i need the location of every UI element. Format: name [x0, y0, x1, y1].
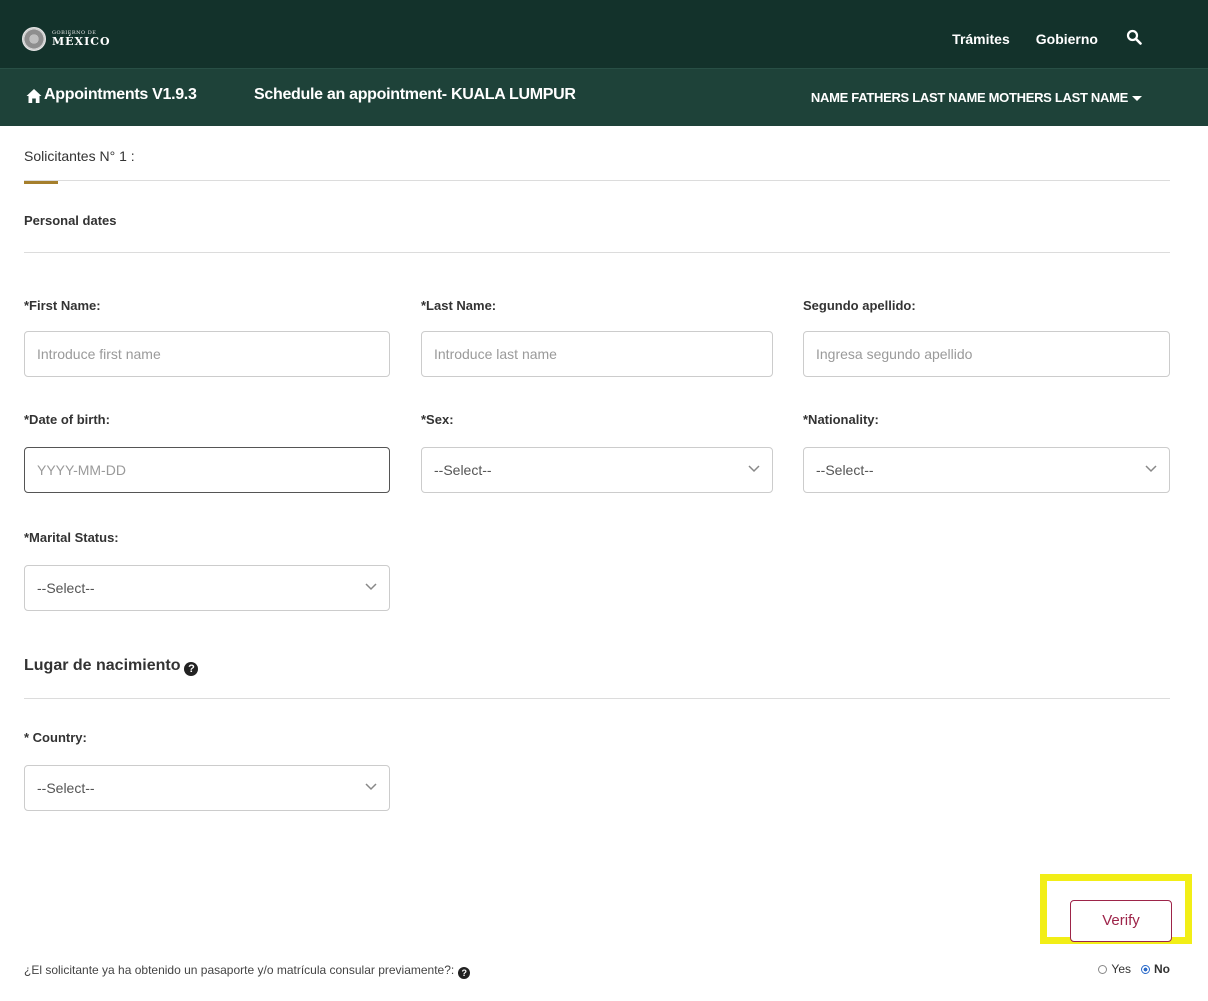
sex-select[interactable]: --Select--: [421, 447, 773, 493]
last-name-input[interactable]: Introduce last name: [421, 331, 773, 377]
chevron-down-icon: [365, 783, 377, 791]
dob-placeholder: YYYY-MM-DD: [37, 462, 126, 478]
chevron-down-icon: [748, 465, 760, 473]
app-title[interactable]: Appointments V1.9.3: [44, 86, 197, 104]
divider: [24, 180, 1170, 181]
divider: [24, 252, 1170, 253]
seal-icon: [22, 27, 46, 51]
question-circle-icon[interactable]: ?: [184, 662, 199, 676]
birthplace-heading: Lugar de nacimiento?: [24, 657, 199, 676]
radio-no-option[interactable]: No: [1141, 962, 1170, 976]
gov-header: GOBIERNO DE MÉXICO Trámites Gobierno: [0, 0, 1208, 68]
second-surname-label: Segundo apellido:: [803, 298, 916, 313]
question-circle-icon[interactable]: ?: [458, 967, 471, 979]
dob-input[interactable]: YYYY-MM-DD: [24, 447, 390, 493]
home-icon[interactable]: [26, 88, 42, 104]
user-name: NAME FATHERS LAST NAME MOTHERS LAST NAME: [810, 90, 1128, 105]
personal-heading: Personal dates: [24, 213, 117, 228]
last-name-placeholder: Introduce last name: [434, 346, 557, 362]
section-title: Solicitantes N° 1 :: [24, 148, 135, 164]
dob-label: *Date of birth:: [24, 412, 110, 427]
chevron-down-icon: [365, 583, 377, 591]
search-icon[interactable]: [1126, 29, 1142, 45]
passport-question-text: ¿El solicitante ya ha obtenido un pasapo…: [24, 963, 455, 977]
gob-mx-logo[interactable]: GOBIERNO DE MÉXICO: [22, 27, 111, 51]
passport-radio-group: Yes No: [1094, 962, 1170, 976]
nav-link-tramites[interactable]: Trámites: [952, 31, 1010, 47]
nav-link-gobierno[interactable]: Gobierno: [1036, 31, 1098, 47]
nationality-selected-value: --Select--: [816, 462, 874, 478]
logo-big-text: MÉXICO: [52, 35, 111, 48]
first-name-input[interactable]: Introduce first name: [24, 331, 390, 377]
marital-selected-value: --Select--: [37, 580, 95, 596]
country-selected-value: --Select--: [37, 780, 95, 796]
second-surname-input[interactable]: Ingresa segundo apellido: [803, 331, 1170, 377]
user-menu[interactable]: NAME FATHERS LAST NAME MOTHERS LAST NAME: [811, 90, 1142, 105]
app-nav-bar: Appointments V1.9.3 Schedule an appointm…: [0, 68, 1208, 126]
radio-yes-label: Yes: [1111, 962, 1131, 976]
page-subtitle: Schedule an appointment- KUALA LUMPUR: [254, 86, 576, 103]
radio-yes-option[interactable]: Yes: [1098, 962, 1131, 976]
radio-no[interactable]: [1141, 964, 1150, 974]
first-name-placeholder: Introduce first name: [37, 346, 161, 362]
nationality-label: *Nationality:: [803, 412, 879, 427]
caret-down-icon: [1132, 96, 1142, 102]
last-name-label: *Last Name:: [421, 298, 497, 313]
radio-yes[interactable]: [1098, 964, 1108, 974]
radio-no-label: No: [1154, 962, 1170, 976]
country-select[interactable]: --Select--: [24, 765, 390, 811]
birthplace-heading-text: Lugar de nacimiento: [24, 657, 181, 674]
chevron-down-icon: [1145, 465, 1157, 473]
passport-question: ¿El solicitante ya ha obtenido un pasapo…: [24, 963, 471, 979]
divider: [24, 698, 1170, 699]
sex-label: *Sex:: [421, 412, 454, 427]
nationality-select[interactable]: --Select--: [803, 447, 1170, 493]
second-surname-placeholder: Ingresa segundo apellido: [816, 346, 973, 362]
sex-selected-value: --Select--: [434, 462, 492, 478]
verify-button[interactable]: Verify: [1070, 900, 1172, 942]
country-label: * Country:: [24, 730, 87, 745]
marital-status-select[interactable]: --Select--: [24, 565, 390, 611]
first-name-label: *First Name:: [24, 298, 101, 313]
marital-label: *Marital Status:: [24, 530, 119, 545]
